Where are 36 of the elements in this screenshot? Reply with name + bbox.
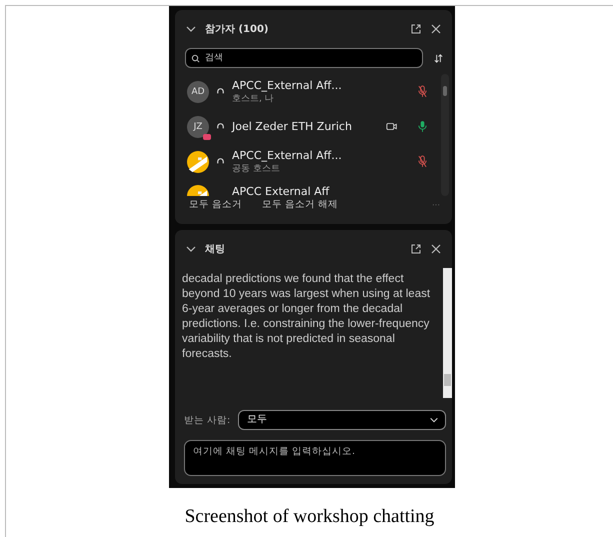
participant-row[interactable]: JZ Joel Zeder ETH Zurich [187,109,441,144]
recipient-dropdown[interactable]: 모두 [238,410,446,430]
avatar: AD [187,80,209,102]
participant-row[interactable]: APCC_External Aff... 공동 호스트 [187,144,441,179]
participant-role: 공동 호스트 [232,162,281,174]
chat-message: decadal predictions we found that the effect beyond 10 years was largest when using at least 6-year averages or longer from the decadal predictions. I.e. constraining the lower-frequency variability that is not predicted in seasonal forecasts. [182,272,432,362]
search-icon [191,54,200,63]
participant-name: Joel Zeder ETH Zurich [232,120,353,133]
more-button[interactable]: ··· [432,200,440,209]
close-icon[interactable] [430,243,442,255]
message-input-field[interactable]: 여기에 채팅 메시지를 입력하십시오. [184,440,446,476]
scrollbar[interactable] [443,268,452,398]
popout-icon[interactable] [410,243,422,255]
close-icon[interactable] [430,23,442,35]
search-field[interactable]: 검색 [185,48,423,68]
popout-icon[interactable] [410,23,422,35]
sort-icon[interactable] [433,52,444,64]
participant-name: APCC_External Aff... [232,78,343,92]
chevron-down-icon [429,415,439,425]
avatar: JZ [187,116,209,138]
recipient-label: 받는 사람: [184,414,230,426]
badge-icon [203,134,211,140]
panel-title: 참가자 (100) [205,23,268,36]
participant-name: APCC External Aff [232,185,330,196]
mute-action-button[interactable]: 모두 음소거 [189,198,242,211]
participant-row[interactable]: AD APCC_External Aff... 호스트, 나 [187,74,441,109]
mute-action-button[interactable]: 모두 음소거 해제 [262,198,338,211]
figure-caption: Screenshot of workshop chatting [184,506,436,528]
participant-row[interactable]: APCC External Aff [187,179,441,196]
camera-icon[interactable] [386,122,398,131]
participant-name: APCC_External Aff... [232,148,343,162]
muted-mic-icon[interactable] [418,155,427,168]
muted-mic-icon[interactable] [418,85,427,98]
mic-icon[interactable] [418,120,427,133]
panel-title: 채팅 [205,243,225,256]
participant-role: 호스트, 나 [232,92,275,104]
